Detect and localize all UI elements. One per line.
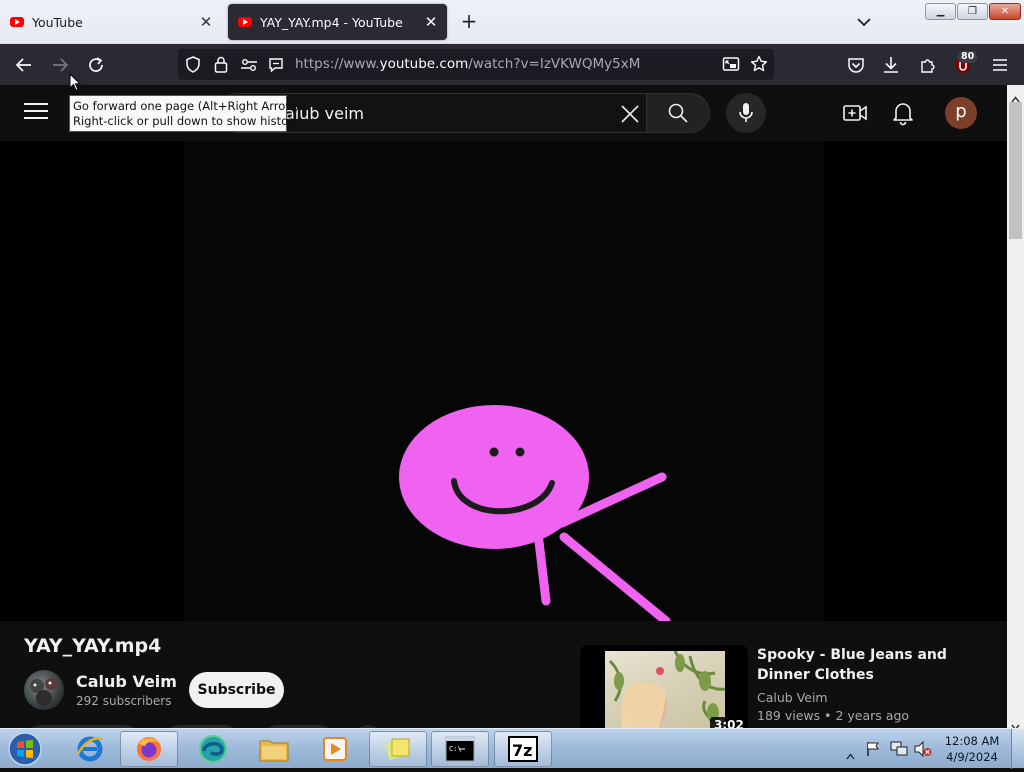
recommended-video-title[interactable]: Spooky - Blue Jeans and Dinner Clothes [757,645,997,685]
tab-youtube[interactable]: YouTube ✕ [0,4,222,40]
upload-age: 2 years ago [835,708,910,723]
url-path: /watch?v=IzVKWQMy5xM [468,56,641,72]
tooltip-line-2: Right-click or pull down to show history [73,114,300,128]
video-frame[interactable] [184,141,824,626]
address-bar[interactable]: https://www.youtube.com/watch?v=IzVKWQMy… [178,49,774,80]
microphone-icon [739,103,753,122]
create-video-icon[interactable] [842,100,868,126]
show-hidden-icons-arrow-icon[interactable] [846,745,855,764]
view-count: 189 views [757,708,821,723]
url-host: youtube.com [379,56,469,72]
edge-icon[interactable] [184,731,242,767]
firefox-icon[interactable] [120,731,178,767]
search-button[interactable] [646,93,710,133]
recommended-thumbnail[interactable]: 3:02 [580,645,748,728]
window-close-button[interactable]: ✕ [989,3,1021,20]
window-minimize-button[interactable]: ▁ [925,3,956,20]
windows-taskbar: C:\ 7z 12:08 AM 4/9/2024 [0,728,1024,769]
new-tab-button[interactable]: + [457,10,481,34]
tab-label: YAY_YAY.mp4 - YouTube [260,14,403,30]
lock-icon[interactable] [214,56,228,77]
app-menu-hamburger-icon[interactable] [987,52,1013,78]
subscribe-button[interactable]: Subscribe [189,672,284,708]
back-arrow-icon[interactable] [11,52,37,78]
video-player[interactable] [0,141,1007,626]
url-scheme: https://www. [295,56,380,72]
window-restore-button[interactable]: ❐ [957,3,988,20]
browser-navigation-bar: https://www.youtube.com/watch?v=IzVKWQMy… [0,44,1024,85]
recommended-video-meta: 189 views • 2 years ago [757,708,909,723]
picture-in-picture-icon[interactable] [722,56,740,77]
url-text[interactable]: https://www.youtube.com/watch?v=IzVKWQMy… [295,56,640,72]
voice-search-button[interactable] [726,93,766,133]
media-player-icon[interactable] [306,731,364,767]
clock-date: 4/9/2024 [946,750,998,764]
command-prompt-icon[interactable]: C:\ [431,731,489,767]
reload-icon[interactable] [83,52,109,78]
browser-tab-strip: YouTube ✕ YAY_YAY.mp4 - YouTube ✕ + ▁ ❐ … [0,0,1024,44]
file-explorer-icon[interactable] [245,731,303,767]
video-title: YAY_YAY.mp4 [24,635,162,657]
recommended-channel-name[interactable]: Calub Veim [757,690,828,705]
sticky-notes-icon[interactable] [369,731,427,767]
youtube-favicon-icon [10,17,24,27]
scrollbar-thumb[interactable] [1009,102,1022,239]
pocket-icon[interactable] [843,52,869,78]
channel-name[interactable]: Calub Veim [76,672,177,691]
tab-label: YouTube [32,14,83,30]
account-avatar[interactable]: p [945,97,977,129]
extension-count-badge: 80 [958,51,978,63]
clock-time: 12:08 AM [944,734,1000,748]
video-duration-badge: 3:02 [710,717,748,728]
list-all-tabs-chevron-icon[interactable] [853,12,875,32]
tab-close-icon[interactable]: ✕ [421,12,441,32]
tab-close-icon[interactable]: ✕ [196,12,216,32]
pink-smiley-stick-figure [399,405,671,626]
thumbnail-image [605,651,725,728]
permissions-icon[interactable] [240,57,258,77]
extensions-puzzle-icon[interactable] [915,52,941,78]
network-icon[interactable] [890,741,908,761]
message-icon[interactable] [268,57,284,77]
forward-button-tooltip: Go forward one page (Alt+Right Arrow) Ri… [69,95,300,132]
system-clock[interactable]: 12:08 AM 4/9/2024 [940,733,1004,765]
start-orb-icon[interactable] [5,730,45,768]
channel-avatar[interactable] [24,670,64,710]
guide-menu-icon[interactable] [24,103,48,121]
bookmark-star-icon[interactable] [750,55,768,77]
action-center-flag-icon[interactable] [866,741,880,761]
youtube-favicon-icon [238,17,252,27]
tab-yay-yay-video[interactable]: YAY_YAY.mp4 - YouTube ✕ [228,4,447,40]
volume-muted-icon[interactable] [914,740,932,761]
meta-separator: • [824,708,836,723]
tracking-shield-icon[interactable] [185,56,201,77]
7zip-icon[interactable]: 7z [494,731,552,767]
clear-search-icon[interactable] [619,103,641,125]
page-scrollbar[interactable] [1007,85,1024,731]
internet-explorer-icon[interactable] [61,731,119,767]
subscriber-count: 292 subscribers [76,694,172,708]
downloads-icon[interactable] [878,52,904,78]
notifications-bell-icon[interactable] [890,100,916,126]
tooltip-line-1: Go forward one page (Alt+Right Arrow) [73,99,300,113]
show-desktop-button[interactable] [1011,729,1024,769]
youtube-watch-page: alub veim p YAY_YAY.mp4 Calub Veim 292 s… [0,85,1007,728]
search-icon [668,103,688,123]
svg-text:7z: 7z [512,741,532,760]
recommended-video-item[interactable]: 3:02 Spooky - Blue Jeans and Dinner Clot… [580,645,1000,728]
mouse-cursor-icon [69,72,82,96]
